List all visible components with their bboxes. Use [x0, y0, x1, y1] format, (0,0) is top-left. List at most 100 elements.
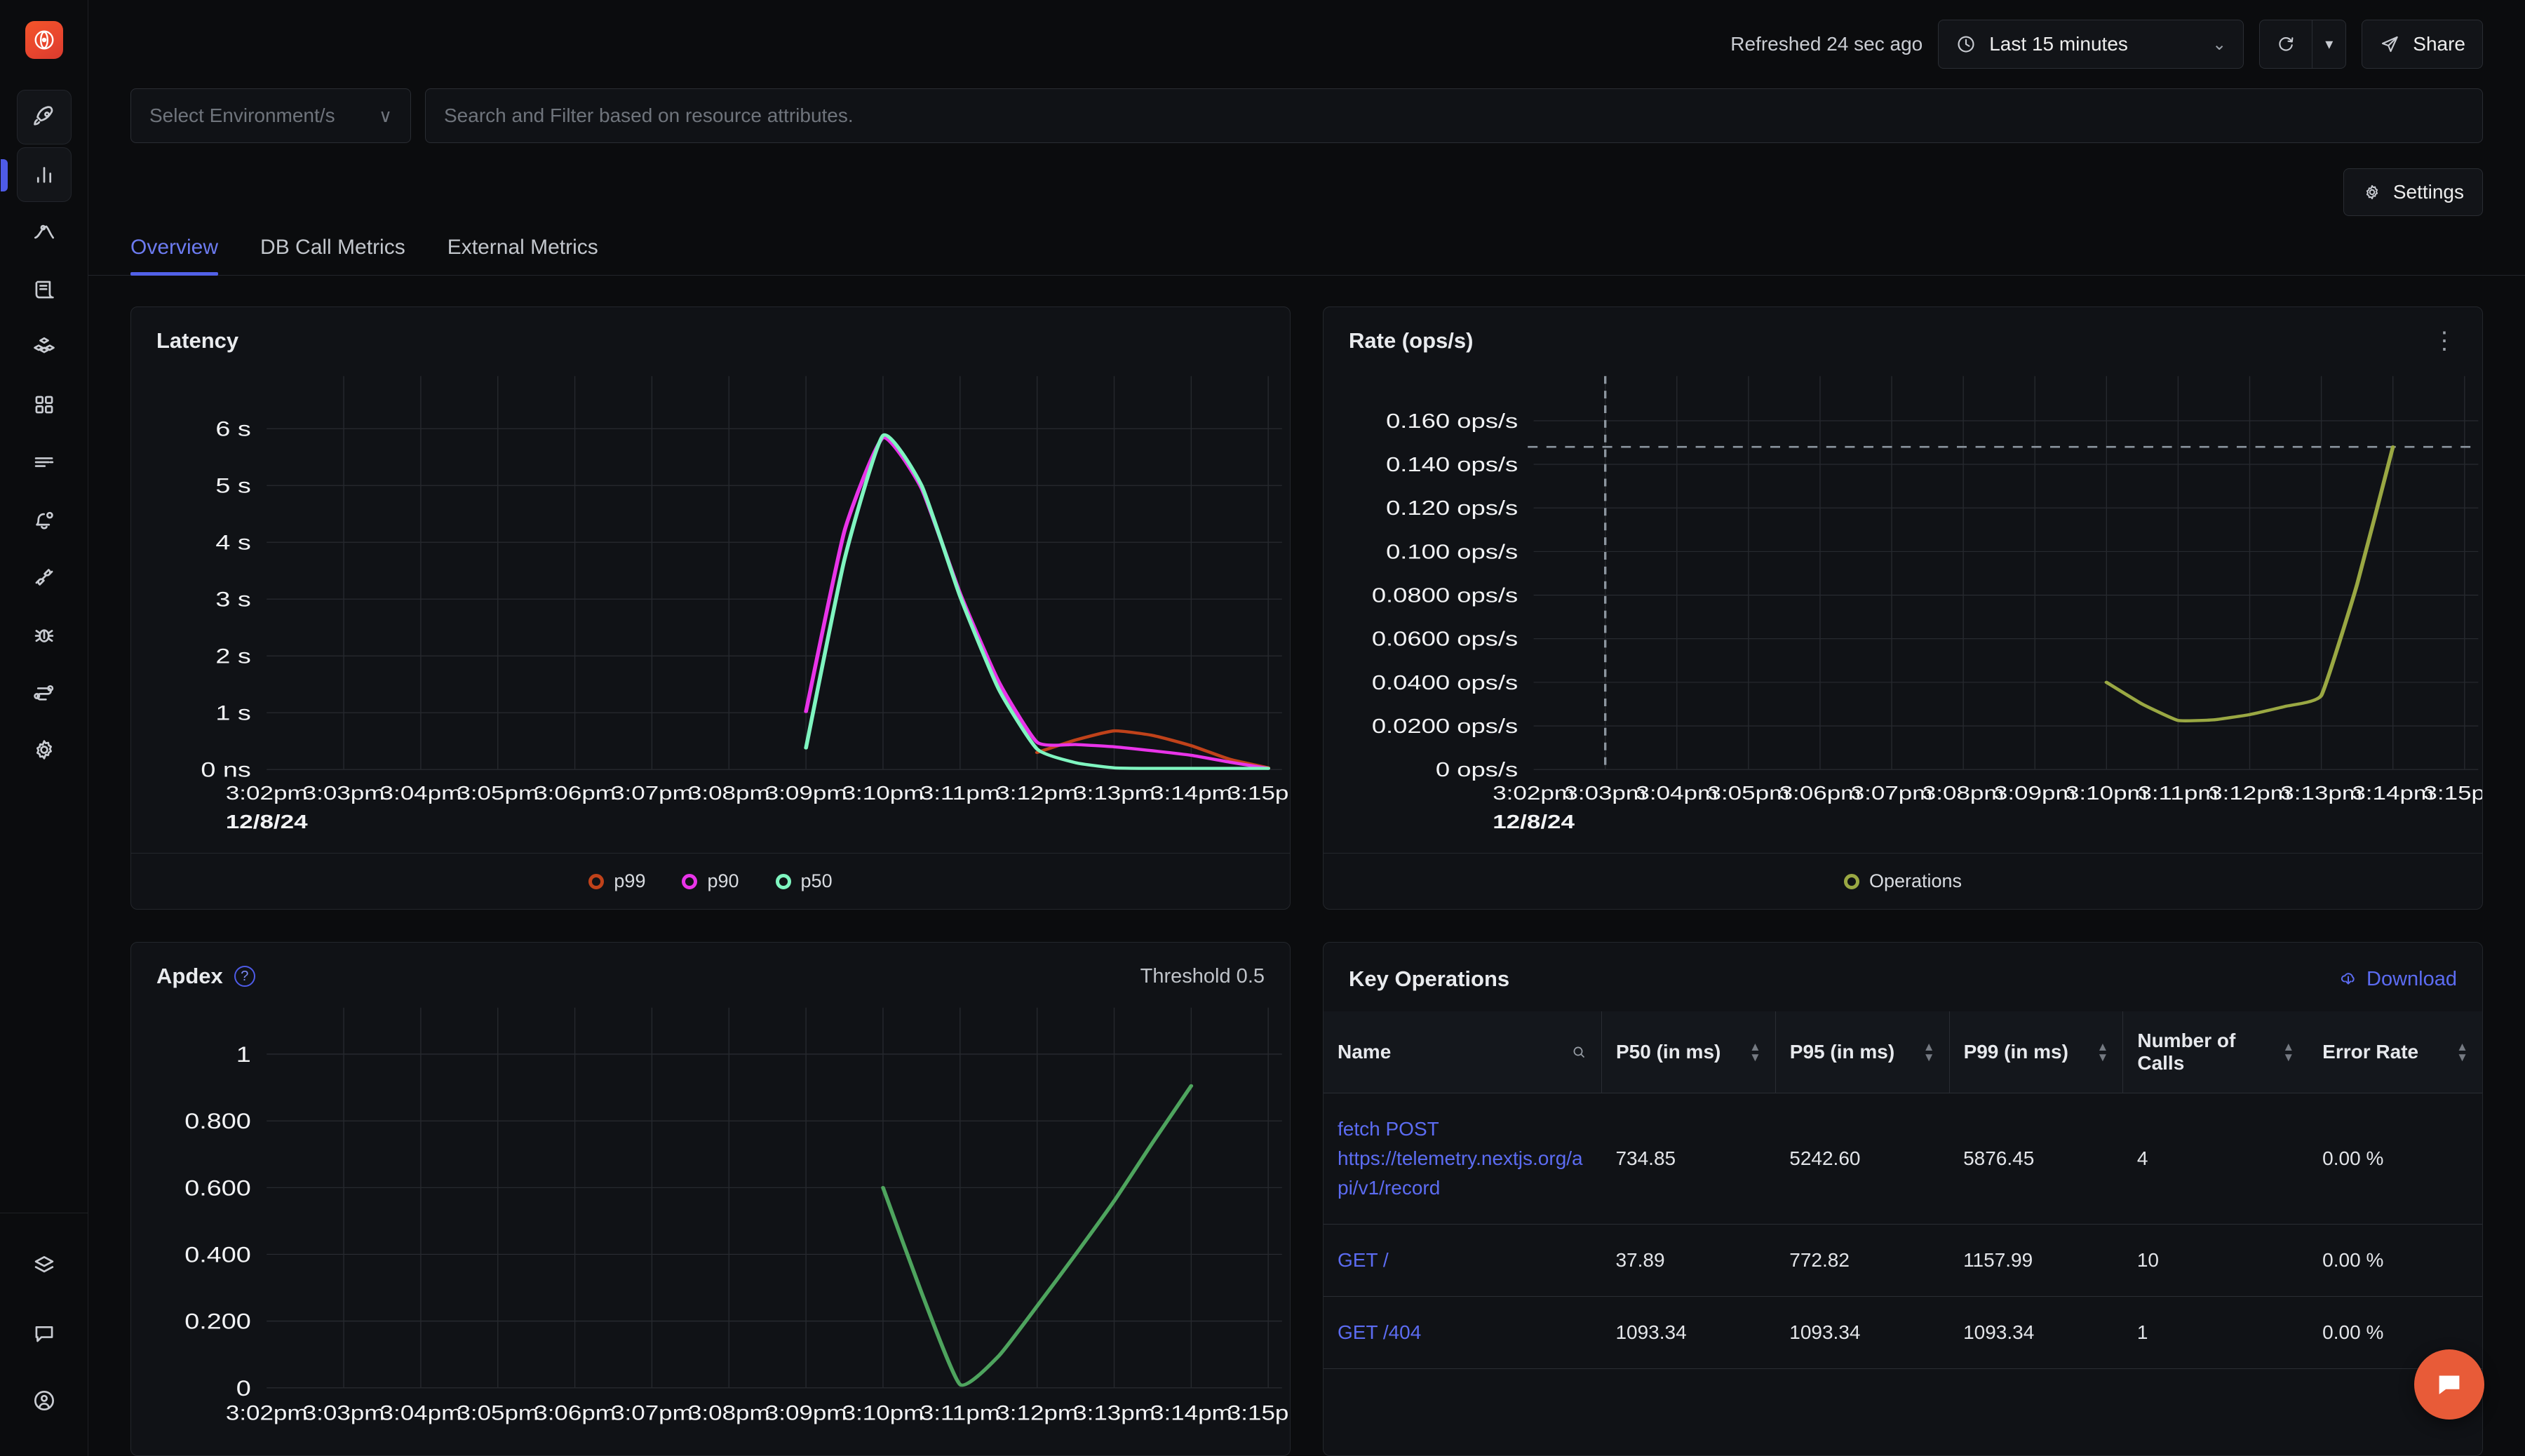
legend-item-p99[interactable]: p99 — [588, 870, 645, 892]
svg-text:3:07pm: 3:07pm — [1851, 783, 1933, 804]
cell-error-rate: 0.00 % — [2308, 1224, 2482, 1297]
legend-dot-p90 — [682, 873, 698, 889]
cell-p95: 5242.60 — [1775, 1093, 1950, 1225]
tab-overview[interactable]: Overview — [130, 226, 239, 276]
rate-panel: Rate (ops/s) ⋮ 0 ops/s 0.0200 ops/s 0.0400… — [1323, 306, 2483, 910]
sidebar-item-layers[interactable] — [17, 1239, 72, 1293]
key-operations-table-wrap[interactable]: Name P50 (in ms) ▲ ▼ P95 (in ms) ▲ ▼ P99… — [1324, 1011, 2482, 1455]
latency-panel: Latency 0 ns 1 s2 s3 s4 s5 s6 s 3:02pm 3:0… — [130, 306, 1291, 910]
column-header-calls[interactable]: Number of Calls ▲ ▼ — [2122, 1011, 2309, 1093]
cell-p50: 734.85 — [1601, 1093, 1776, 1225]
sidebar-item-logs[interactable] — [17, 262, 72, 317]
bell-icon — [35, 511, 53, 530]
legend-dot-p99 — [588, 873, 605, 889]
sidebar-item-support-chat[interactable] — [17, 1306, 72, 1361]
sort-toggle-p99[interactable]: ▲ ▼ — [2097, 1041, 2109, 1063]
app-logo[interactable] — [25, 21, 63, 59]
sidebar-item-billing[interactable] — [17, 435, 72, 490]
refresh-button[interactable] — [2259, 20, 2312, 69]
svg-text:3:04pm: 3:04pm — [380, 783, 462, 804]
legend-item-operations[interactable]: Operations — [1843, 870, 1962, 892]
chevron-down-icon: ∨ — [378, 105, 392, 126]
panels-grid: Latency 0 ns 1 s2 s3 s4 s5 s6 s 3:02pm 3:0… — [88, 276, 2525, 1456]
operation-name-link[interactable]: fetch POST https://telemetry.nextjs.org/… — [1324, 1093, 1602, 1225]
gear-icon — [2366, 184, 2378, 200]
search-icon[interactable] — [1570, 1044, 1587, 1060]
rate-plot[interactable]: 0 ops/s 0.0200 ops/s 0.0400 ops/s 0.0600 op… — [1324, 359, 2482, 853]
list-lines-icon — [34, 457, 53, 467]
column-header-p99[interactable]: P99 (in ms) ▲ ▼ — [1948, 1011, 2123, 1093]
svg-text:3:11pm: 3:11pm — [2138, 783, 2218, 804]
support-chat-fab[interactable] — [2414, 1349, 2484, 1420]
download-button[interactable]: Download — [2338, 968, 2457, 991]
sidebar-item-service-map[interactable] — [17, 665, 72, 720]
cell-number-of-calls: 10 — [2122, 1224, 2309, 1297]
sidebar-item-integrations[interactable] — [17, 550, 72, 605]
svg-text:3:08pm: 3:08pm — [688, 1401, 770, 1424]
key-operations-table: Name P50 (in ms) ▲ ▼ P95 (in ms) ▲ ▼ P99… — [1324, 1011, 2482, 1369]
operation-name-link[interactable]: GET /404 — [1324, 1296, 1602, 1369]
svg-text:12/8/24: 12/8/24 — [1493, 811, 1575, 833]
refresh-interval-dropdown[interactable]: ▾ — [2312, 20, 2347, 69]
sidebar-item-dashboards[interactable] — [17, 377, 72, 432]
column-label-error-rate: Error Rate — [2322, 1041, 2419, 1063]
sidebar-item-infrastructure[interactable] — [17, 320, 72, 375]
svg-text:3:15pm: 3:15pm — [2423, 783, 2482, 804]
refresh-button-group: ▾ — [2259, 20, 2347, 69]
sidebar-item-get-started[interactable] — [16, 90, 72, 144]
table-row[interactable]: GET /404 1093.34 1093.34 1093.34 1 0.00 % — [1324, 1296, 2482, 1369]
latency-plot[interactable]: 0 ns 1 s 2 s 3 s 4 s 5 s 6 s 3:02pm 3:03pm 3:04p… — [131, 359, 1290, 853]
svg-text:0.120 ops/s: 0.120 ops/s — [1386, 497, 1518, 519]
column-label-p95: P95 (in ms) — [1789, 1041, 1895, 1063]
sort-toggle-p50[interactable]: ▲ ▼ — [1749, 1041, 1761, 1063]
table-row[interactable]: GET /37.89 772.82 1157.99 10 0.00 % — [1324, 1224, 2482, 1297]
table-row[interactable]: fetch POST https://telemetry.nextjs.org/… — [1324, 1093, 2482, 1225]
svg-text:3:14pm: 3:14pm — [2352, 783, 2434, 804]
search-filter-box[interactable] — [425, 88, 2483, 143]
sort-toggle-error-rate[interactable]: ▲ ▼ — [2456, 1041, 2468, 1063]
sort-toggle-p95[interactable]: ▲ ▼ — [1923, 1041, 1935, 1063]
sidebar-item-services[interactable] — [0, 147, 72, 202]
question-help-icon[interactable]: ? — [234, 966, 255, 987]
chat-bubble-icon — [2439, 1375, 2460, 1394]
column-header-error-rate[interactable]: Error Rate ▲ ▼ — [2308, 1011, 2482, 1093]
sidebar-item-traces[interactable] — [17, 205, 72, 259]
svg-text:3:05pm: 3:05pm — [457, 783, 539, 804]
svg-text:3:14pm: 3:14pm — [1150, 1401, 1232, 1424]
operation-name-link[interactable]: GET / — [1324, 1224, 1602, 1297]
kebab-menu-icon[interactable]: ⋮ — [2432, 329, 2457, 353]
sidebar-item-settings[interactable] — [17, 722, 72, 777]
legend-item-p50[interactable]: p50 — [775, 870, 833, 892]
svg-text:0.600: 0.600 — [184, 1175, 251, 1200]
column-header-name[interactable]: Name — [1324, 1011, 1602, 1093]
environment-placeholder: Select Environment/s — [149, 105, 335, 126]
tab-db-call-metrics[interactable]: DB Call Metrics — [239, 226, 426, 275]
settings-button[interactable]: Settings — [2343, 168, 2483, 216]
sidebar-item-account[interactable] — [17, 1373, 72, 1428]
svg-text:3:03pm: 3:03pm — [303, 783, 385, 804]
column-header-p95[interactable]: P95 (in ms) ▲ ▼ — [1775, 1011, 1950, 1093]
column-header-p50[interactable]: P50 (in ms) ▲ ▼ — [1601, 1011, 1776, 1093]
environment-select[interactable]: Select Environment/s ∨ — [130, 88, 411, 143]
sidebar-item-exceptions[interactable] — [17, 607, 72, 662]
rate-panel-header: Rate (ops/s) ⋮ — [1324, 307, 2482, 359]
cell-number-of-calls: 1 — [2122, 1296, 2309, 1369]
tab-external-metrics[interactable]: External Metrics — [426, 226, 619, 275]
apdex-plot[interactable]: 0 0.200 0.400 0.600 0.800 1 3:02pm 3:03pm 3:04p… — [131, 995, 1290, 1455]
table-body: fetch POST https://telemetry.nextjs.org/… — [1324, 1093, 2482, 1369]
sidebar-item-alerts[interactable] — [17, 492, 72, 547]
svg-text:0.400: 0.400 — [184, 1242, 251, 1267]
svg-text:0.800: 0.800 — [184, 1109, 251, 1133]
sort-toggle-calls[interactable]: ▲ ▼ — [2282, 1041, 2294, 1063]
svg-text:0.0200 ops/s: 0.0200 ops/s — [1372, 715, 1518, 737]
svg-text:3:10pm: 3:10pm — [2066, 783, 2148, 804]
gear-icon — [36, 740, 52, 760]
share-button[interactable]: Share — [2362, 20, 2483, 69]
search-input[interactable] — [444, 105, 2464, 127]
time-range-selector[interactable]: Last 15 minutes ⌄ — [1938, 20, 2244, 69]
legend-item-p90[interactable]: p90 — [682, 870, 739, 892]
latency-panel-header: Latency — [131, 307, 1290, 359]
svg-text:3:12pm: 3:12pm — [996, 783, 1078, 804]
svg-text:3:08pm: 3:08pm — [1923, 783, 2005, 804]
logs-scroll-icon — [35, 281, 54, 299]
